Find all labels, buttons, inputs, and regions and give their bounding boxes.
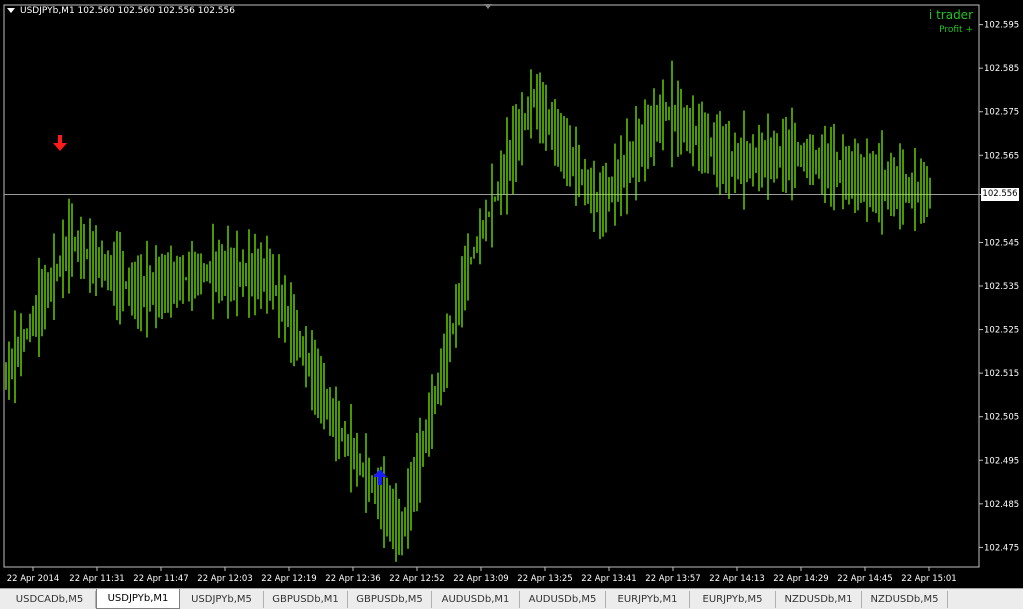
- y-tick-label: 102.515: [984, 369, 1019, 379]
- tab-eurjpyb-m5[interactable]: EURJPYb,M5: [690, 591, 776, 608]
- y-tick-label: 102.585: [984, 64, 1019, 74]
- tab-gbpusdb-m1[interactable]: GBPUSDb,M1: [264, 591, 348, 608]
- arrow-shape: [53, 134, 67, 151]
- x-tick-label: 22 Apr 11:47: [133, 574, 188, 584]
- y-tick-label: 102.505: [984, 413, 1019, 423]
- price-chart[interactable]: 102.595 102.585 102.575 102.565 102.556 102.5…: [0, 0, 1023, 588]
- x-tick-label: 22 Apr 13:09: [453, 574, 508, 584]
- brand-tagline: Profit +: [939, 25, 973, 35]
- x-tick-label: 22 Apr 15:01: [901, 574, 956, 584]
- tab-audusdb-m5[interactable]: AUDUSDb,M5: [520, 591, 606, 608]
- y-tick-label: 102.485: [984, 500, 1019, 510]
- x-tick-label: 22 Apr 14:45: [837, 574, 892, 584]
- x-tick-label: 22 Apr 13:57: [645, 574, 700, 584]
- x-tick-label: 22 Apr 12:36: [325, 574, 380, 584]
- y-tick-label: 102.595: [984, 21, 1019, 31]
- symbol-tab-bar: USDCADb,M5 USDJPYb,M1 USDJPYb,M5 GBPUSDb,M1…: [0, 588, 1023, 609]
- top-marker-icon: [484, 4, 492, 9]
- brand-name: i trader: [928, 8, 973, 22]
- tab-usdjpyb-m1[interactable]: USDJPYb,M1: [96, 589, 180, 609]
- tab-usdcadb-m5[interactable]: USDCADb,M5: [4, 591, 96, 608]
- chart-header: USDJPYb,M1 102.560 102.560 102.556 102.5…: [20, 6, 235, 16]
- x-tick-label: 22 Apr 12:52: [389, 574, 444, 584]
- chart-menu-triangle-icon[interactable]: [7, 8, 15, 13]
- tab-audusdb-m1[interactable]: AUDUSDb,M1: [432, 591, 520, 608]
- x-tick-label: 22 Apr 2014: [7, 574, 60, 584]
- x-tick-label: 22 Apr 12:03: [197, 574, 252, 584]
- y-tick-label: 102.495: [984, 456, 1019, 466]
- tab-nzdusdb-m1[interactable]: NZDUSDb,M1: [776, 591, 862, 608]
- x-tick-label: 22 Apr 12:19: [261, 574, 316, 584]
- x-tick-label: 22 Apr 14:13: [709, 574, 764, 584]
- x-tick-label: 22 Apr 13:25: [517, 574, 572, 584]
- x-tick-label: 22 Apr 13:41: [581, 574, 636, 584]
- y-tick-label: 102.525: [984, 326, 1019, 336]
- tab-nzdusdb-m5[interactable]: NZDUSDb,M5: [862, 591, 948, 608]
- x-tick-label: 22 Apr 11:31: [69, 574, 124, 584]
- y-tick-label: 102.545: [984, 238, 1019, 248]
- chart-window[interactable]: 102.595 102.585 102.575 102.565 102.556 102.5…: [0, 0, 1023, 588]
- y-tick-label: 102.575: [984, 108, 1019, 118]
- tab-eurjpyb-m1[interactable]: EURJPYb,M1: [606, 591, 690, 608]
- y-tick-label: 102.535: [984, 282, 1019, 292]
- y-tick-label: 102.565: [984, 151, 1019, 161]
- tab-usdjpyb-m5[interactable]: USDJPYb,M5: [180, 591, 264, 608]
- sell-arrow-icon: [53, 134, 67, 151]
- current-price-label: 102.556: [981, 188, 1019, 201]
- y-tick-label: 102.475: [984, 543, 1019, 553]
- x-tick-label: 22 Apr 14:29: [773, 574, 828, 584]
- tab-gbpusdb-m5[interactable]: GBPUSDb,M5: [348, 591, 432, 608]
